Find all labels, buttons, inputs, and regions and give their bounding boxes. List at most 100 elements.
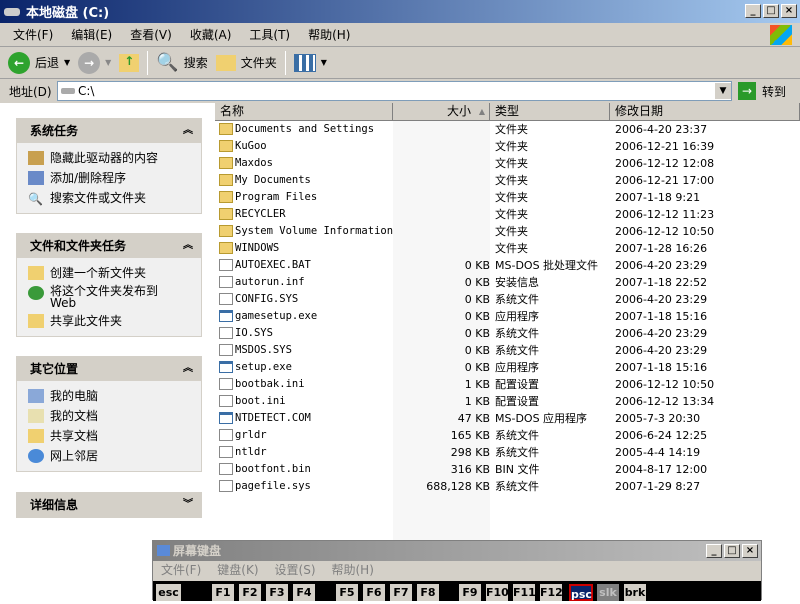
file-modified: 2006-4-20 23:29 [615, 344, 708, 357]
key-F12[interactable]: F12 [540, 584, 563, 601]
menu-tools[interactable]: 工具(T) [249, 26, 290, 43]
minimize-button[interactable]: _ [745, 4, 761, 18]
search-button[interactable]: 🔍 搜索 [156, 52, 207, 73]
file-row[interactable]: ntldr 298 KB 系统文件 2005-4-4 14:19 [215, 444, 800, 461]
close-button[interactable]: × [781, 4, 797, 18]
address-dropdown[interactable]: ▼ [715, 83, 731, 99]
file-icon [219, 395, 233, 407]
details-header[interactable]: 详细信息 ︾ [17, 493, 201, 517]
up-folder-icon: ↑ [119, 54, 140, 72]
file-row[interactable]: grldr 165 KB 系统文件 2006-6-24 12:25 [215, 427, 800, 444]
task-add-remove-programs[interactable]: 添加/删除程序 [17, 168, 201, 188]
back-button[interactable]: ← 后退 ▼ [8, 51, 70, 74]
forward-button[interactable]: → ▼ [78, 51, 111, 74]
file-modified: 2006-12-12 12:08 [615, 157, 715, 170]
file-row[interactable]: autorun.inf 0 KB 安装信息 2007-1-18 22:52 [215, 274, 800, 291]
column-name[interactable]: 名称 [215, 103, 393, 121]
menu-edit[interactable]: 编辑(E) [71, 26, 112, 43]
file-type: 文件夹 [495, 208, 528, 221]
collapse-icon[interactable]: ︽ [183, 357, 193, 381]
file-modified: 2006-12-21 17:00 [615, 174, 715, 187]
osk-maximize-button[interactable]: □ [724, 544, 740, 558]
column-modified[interactable]: 修改日期 [610, 103, 800, 121]
place-my-computer[interactable]: 我的电脑 [17, 386, 201, 406]
file-row[interactable]: KuGoo 文件夹 2006-12-21 16:39 [215, 138, 800, 155]
file-row[interactable]: Maxdos 文件夹 2006-12-12 12:08 [215, 155, 800, 172]
file-row[interactable]: bootfont.bin 316 KB BIN 文件 2004-8-17 12:… [215, 461, 800, 478]
file-row[interactable]: Program Files 文件夹 2007-1-18 9:21 [215, 189, 800, 206]
key-F1[interactable]: F1 [212, 584, 234, 601]
file-row[interactable]: bootbak.ini 1 KB 配置设置 2006-12-12 10:50 [215, 376, 800, 393]
key-F6[interactable]: F6 [363, 584, 385, 601]
file-row[interactable]: My Documents 文件夹 2006-12-21 17:00 [215, 172, 800, 189]
place-network[interactable]: 网上邻居 [17, 446, 201, 466]
key-F3[interactable]: F3 [266, 584, 288, 601]
menu-file[interactable]: 文件(F) [13, 26, 53, 43]
file-type: 文件夹 [495, 174, 528, 187]
column-size[interactable]: 大小 ▲ [393, 103, 490, 121]
expand-icon[interactable]: ︾ [183, 493, 193, 517]
key-slk[interactable]: slk [597, 584, 619, 601]
views-button[interactable]: ▼ [293, 53, 327, 72]
system-tasks-panel: 系统任务 ︽ 隐藏此驱动器的内容 添加/删除程序 🔍 搜索文件或文件夹 [16, 118, 202, 214]
key-brk[interactable]: brk [624, 584, 646, 601]
place-shared-documents[interactable]: 共享文档 [17, 426, 201, 446]
address-input[interactable]: C:\ ▼ [57, 81, 732, 101]
file-row[interactable]: RECYCLER 文件夹 2006-12-12 11:23 [215, 206, 800, 223]
file-icon [219, 259, 233, 271]
file-row[interactable]: gamesetup.exe 0 KB 应用程序 2007-1-18 15:16 [215, 308, 800, 325]
key-psc[interactable]: psc [569, 584, 593, 601]
go-button[interactable]: → 转到 [738, 82, 786, 100]
file-row[interactable]: Documents and Settings 文件夹 2006-4-20 23:… [215, 121, 800, 138]
osk-menu-help[interactable]: 帮助(H) [332, 561, 374, 580]
place-my-documents[interactable]: 我的文档 [17, 406, 201, 426]
key-F9[interactable]: F9 [459, 584, 481, 601]
file-row[interactable]: NTDETECT.COM 47 KB MS-DOS 应用程序 2005-7-3 … [215, 410, 800, 427]
osk-close-button[interactable]: × [742, 544, 758, 558]
file-tasks-header[interactable]: 文件和文件夹任务 ︽ [17, 234, 201, 258]
file-row[interactable]: AUTOEXEC.BAT 0 KB MS-DOS 批处理文件 2006-4-20… [215, 257, 800, 274]
file-row[interactable]: IO.SYS 0 KB 系统文件 2006-4-20 23:29 [215, 325, 800, 342]
file-type: 系统文件 [495, 446, 539, 459]
file-row[interactable]: System Volume Information 文件夹 2006-12-12… [215, 223, 800, 240]
file-row[interactable]: boot.ini 1 KB 配置设置 2006-12-12 13:34 [215, 393, 800, 410]
task-share-folder[interactable]: 共享此文件夹 [17, 311, 201, 331]
osk-minimize-button[interactable]: _ [706, 544, 722, 558]
key-F10[interactable]: F10 [486, 584, 509, 601]
key-F4[interactable]: F4 [293, 584, 315, 601]
task-new-folder[interactable]: 创建一个新文件夹 [17, 263, 201, 283]
file-row[interactable]: CONFIG.SYS 0 KB 系统文件 2006-4-20 23:29 [215, 291, 800, 308]
key-F7[interactable]: F7 [390, 584, 412, 601]
collapse-icon[interactable]: ︽ [183, 119, 193, 143]
key-F5[interactable]: F5 [336, 584, 358, 601]
osk-menu-settings[interactable]: 设置(S) [275, 561, 316, 580]
collapse-icon[interactable]: ︽ [183, 234, 193, 258]
folder-icon [219, 242, 233, 254]
menu-help[interactable]: 帮助(H) [308, 26, 350, 43]
other-places-header[interactable]: 其它位置 ︽ [17, 357, 201, 381]
task-hide-drive-contents[interactable]: 隐藏此驱动器的内容 [17, 148, 201, 168]
menu-favorites[interactable]: 收藏(A) [190, 26, 232, 43]
file-row[interactable]: WINDOWS 文件夹 2007-1-28 16:26 [215, 240, 800, 257]
file-row[interactable]: setup.exe 0 KB 应用程序 2007-1-18 15:16 [215, 359, 800, 376]
key-esc[interactable]: esc [156, 584, 181, 601]
file-row[interactable]: MSDOS.SYS 0 KB 系统文件 2006-4-20 23:29 [215, 342, 800, 359]
osk-menu-keyboard[interactable]: 键盘(K) [217, 561, 258, 580]
folders-button[interactable]: 文件夹 [215, 54, 277, 71]
file-row[interactable]: pagefile.sys 688,128 KB 系统文件 2007-1-29 8… [215, 478, 800, 495]
up-folder-button[interactable]: ↑ [119, 53, 140, 72]
key-F8[interactable]: F8 [417, 584, 439, 601]
menu-view[interactable]: 查看(V) [130, 26, 172, 43]
maximize-button[interactable]: □ [763, 4, 779, 18]
file-type: 应用程序 [495, 361, 539, 374]
osk-menu-file[interactable]: 文件(F) [161, 561, 201, 580]
task-publish-web[interactable]: 将这个文件夹发布到 Web [17, 283, 201, 311]
column-type[interactable]: 类型 [490, 103, 610, 121]
place-label: 网上邻居 [50, 449, 99, 463]
system-tasks-header[interactable]: 系统任务 ︽ [17, 119, 201, 143]
task-search-files[interactable]: 🔍 搜索文件或文件夹 [17, 188, 201, 208]
key-F11[interactable]: F11 [513, 584, 536, 601]
key-F2[interactable]: F2 [239, 584, 261, 601]
osk-title: 屏幕键盘 [173, 544, 222, 558]
file-modified: 2007-1-28 16:26 [615, 242, 708, 255]
